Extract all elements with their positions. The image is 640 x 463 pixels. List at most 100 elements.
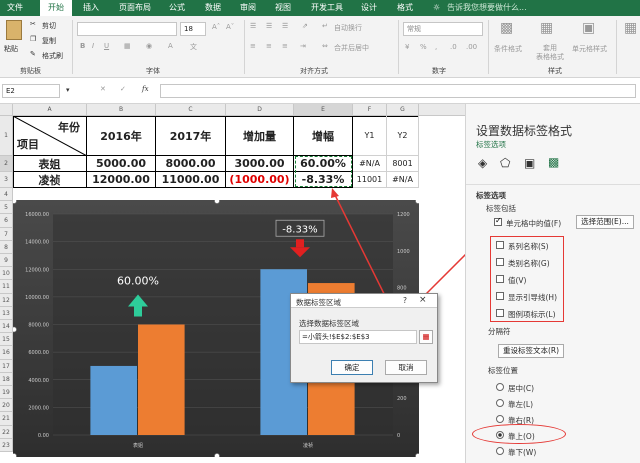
row-header-7[interactable]: 7 — [0, 227, 13, 241]
paste-button[interactable]: 粘贴 — [4, 44, 18, 54]
cell-style-button[interactable]: 单元格样式 — [572, 44, 607, 54]
row-header-22[interactable]: 22 — [0, 425, 13, 439]
align-bottom-icon[interactable]: ☰ — [282, 22, 288, 30]
insert-cells-icon[interactable]: ▦ — [624, 20, 637, 36]
underline-icon[interactable]: U — [104, 42, 109, 50]
bold-icon[interactable]: B — [80, 42, 85, 50]
cell-c3[interactable]: 11000.00 — [156, 172, 226, 188]
header-2016[interactable]: 2016年 — [87, 116, 156, 156]
row-header-23[interactable]: 23 — [0, 438, 13, 452]
row-header-14[interactable]: 14 — [0, 320, 13, 334]
radio-center[interactable] — [496, 383, 504, 391]
header-2017[interactable]: 2017年 — [156, 116, 226, 156]
range-input[interactable]: =小箭头!$E$2:$E$3 — [299, 330, 417, 344]
font-size-select[interactable]: 18 — [180, 22, 206, 36]
reset-label-text-button[interactable]: 重设标签文本(R) — [498, 344, 564, 358]
row-header-15[interactable]: 15 — [0, 333, 13, 347]
align-top-icon[interactable]: ☰ — [250, 22, 256, 30]
header-y2[interactable]: Y2 — [387, 116, 419, 156]
cancel-button[interactable]: 取消 — [385, 360, 427, 375]
cell-c2[interactable]: 8000.00 — [156, 156, 226, 172]
function-icon[interactable]: fx — [142, 85, 149, 93]
data-label-range-dialog[interactable]: 数据标签区域 ? × 选择数据标签区域 =小箭头!$E$2:$E$3 ▦ 确定 … — [290, 293, 438, 383]
number-format-select[interactable]: 常规 — [403, 22, 483, 36]
tab-page-layout[interactable]: 页面布局 — [116, 0, 154, 16]
tab-home[interactable]: 开始 — [40, 0, 72, 16]
tab-design[interactable]: 设计 — [358, 0, 380, 16]
row-header-1[interactable]: 1 — [0, 116, 13, 156]
column-header-a[interactable]: A — [13, 104, 87, 116]
tab-view[interactable]: 视图 — [272, 0, 294, 16]
radio-below[interactable] — [496, 447, 504, 455]
tab-review[interactable]: 审阅 — [237, 0, 259, 16]
table-format-icon[interactable]: ▦ — [540, 20, 553, 36]
row-header-16[interactable]: 16 — [0, 346, 13, 360]
phonetic-icon[interactable]: 文 — [190, 42, 197, 52]
size-properties-icon[interactable]: ▣ — [524, 156, 535, 170]
currency-icon[interactable]: ¥ — [405, 43, 409, 51]
bar-chart-icon[interactable]: ▩ — [548, 155, 559, 169]
row-header-8[interactable]: 8 — [0, 240, 13, 254]
cut-button[interactable]: 剪切 — [42, 21, 56, 31]
pane-subtitle-tab[interactable]: 标签选项 — [476, 139, 506, 150]
align-center-icon[interactable]: ≡ — [266, 42, 272, 50]
comma-icon[interactable]: , — [435, 43, 437, 51]
decrease-decimal-icon[interactable]: .00 — [466, 43, 477, 51]
select-all-corner[interactable] — [0, 104, 13, 116]
bar-s0-0[interactable] — [90, 365, 137, 435]
row-header-2[interactable]: 2 — [0, 156, 13, 172]
table-format-button[interactable]: 套用 表格格式 — [536, 44, 564, 62]
tab-formulas[interactable]: 公式 — [166, 0, 188, 16]
header-increase[interactable]: 增加量 — [226, 116, 294, 156]
dialog-help-button[interactable]: ? — [403, 296, 407, 305]
row-header-6[interactable]: 6 — [0, 214, 13, 228]
range-picker-icon[interactable]: ▦ — [419, 330, 433, 344]
align-left-icon[interactable]: ≡ — [250, 42, 256, 50]
cell-f3[interactable]: 11001 — [353, 172, 387, 188]
merge-center-button[interactable]: 合并后居中 — [334, 43, 369, 53]
tab-insert[interactable]: 插入 — [80, 0, 102, 16]
select-range-button[interactable]: 选择范围(E)... — [576, 215, 634, 229]
dialog-title-bar[interactable]: 数据标签区域 ? × — [291, 294, 437, 308]
align-middle-icon[interactable]: ☰ — [266, 22, 272, 30]
format-painter-button[interactable]: 格式刷 — [42, 51, 63, 61]
bar-s1-0[interactable] — [138, 324, 185, 436]
cell-d3[interactable]: (1000.00) — [226, 172, 294, 188]
name-box-dropdown-icon[interactable]: ▾ — [66, 86, 70, 94]
name-box[interactable]: E2 — [2, 84, 60, 98]
tab-file[interactable]: 文件 — [4, 0, 26, 16]
radio-left[interactable] — [496, 399, 504, 407]
conditional-format-button[interactable]: 条件格式 — [494, 44, 522, 54]
copy-icon[interactable]: ❐ — [30, 35, 36, 43]
row-header-10[interactable]: 10 — [0, 267, 13, 281]
border-icon[interactable]: ▦ — [124, 42, 131, 50]
dialog-close-button[interactable]: × — [419, 295, 427, 305]
row-header-12[interactable]: 12 — [0, 293, 13, 307]
row-header-13[interactable]: 13 — [0, 306, 13, 320]
cell-a2[interactable]: 表姐 — [13, 156, 87, 172]
tab-format[interactable]: 格式 — [394, 0, 416, 16]
merge-icon[interactable]: ⇔ — [322, 42, 328, 50]
row-header-5[interactable]: 5 — [0, 201, 13, 215]
conditional-format-icon[interactable]: ▩ — [500, 20, 513, 36]
row-header-20[interactable]: 20 — [0, 399, 13, 413]
pentagon-icon[interactable]: ⬠ — [500, 156, 510, 170]
row-header-18[interactable]: 18 — [0, 372, 13, 386]
cell-b3[interactable]: 12000.00 — [87, 172, 156, 188]
scissors-icon[interactable]: ✂ — [30, 20, 36, 28]
formula-input[interactable] — [160, 84, 636, 98]
row-header-21[interactable]: 21 — [0, 412, 13, 426]
column-header-d[interactable]: D — [226, 104, 294, 116]
enter-icon[interactable]: ✓ — [120, 85, 126, 93]
column-header-g[interactable]: G — [387, 104, 419, 116]
align-right-icon[interactable]: ≡ — [282, 42, 288, 50]
fill-bucket-icon[interactable]: ◈ — [478, 156, 487, 170]
row-header-11[interactable]: 11 — [0, 280, 13, 294]
header-y1[interactable]: Y1 — [353, 116, 387, 156]
column-header-e[interactable]: E — [294, 104, 353, 116]
fill-color-icon[interactable]: ◉ — [146, 42, 152, 50]
row-header-3[interactable]: 3 — [0, 172, 13, 188]
font-color-icon[interactable]: A — [168, 42, 173, 50]
increase-decimal-icon[interactable]: .0 — [450, 43, 457, 51]
row-header-17[interactable]: 17 — [0, 359, 13, 373]
